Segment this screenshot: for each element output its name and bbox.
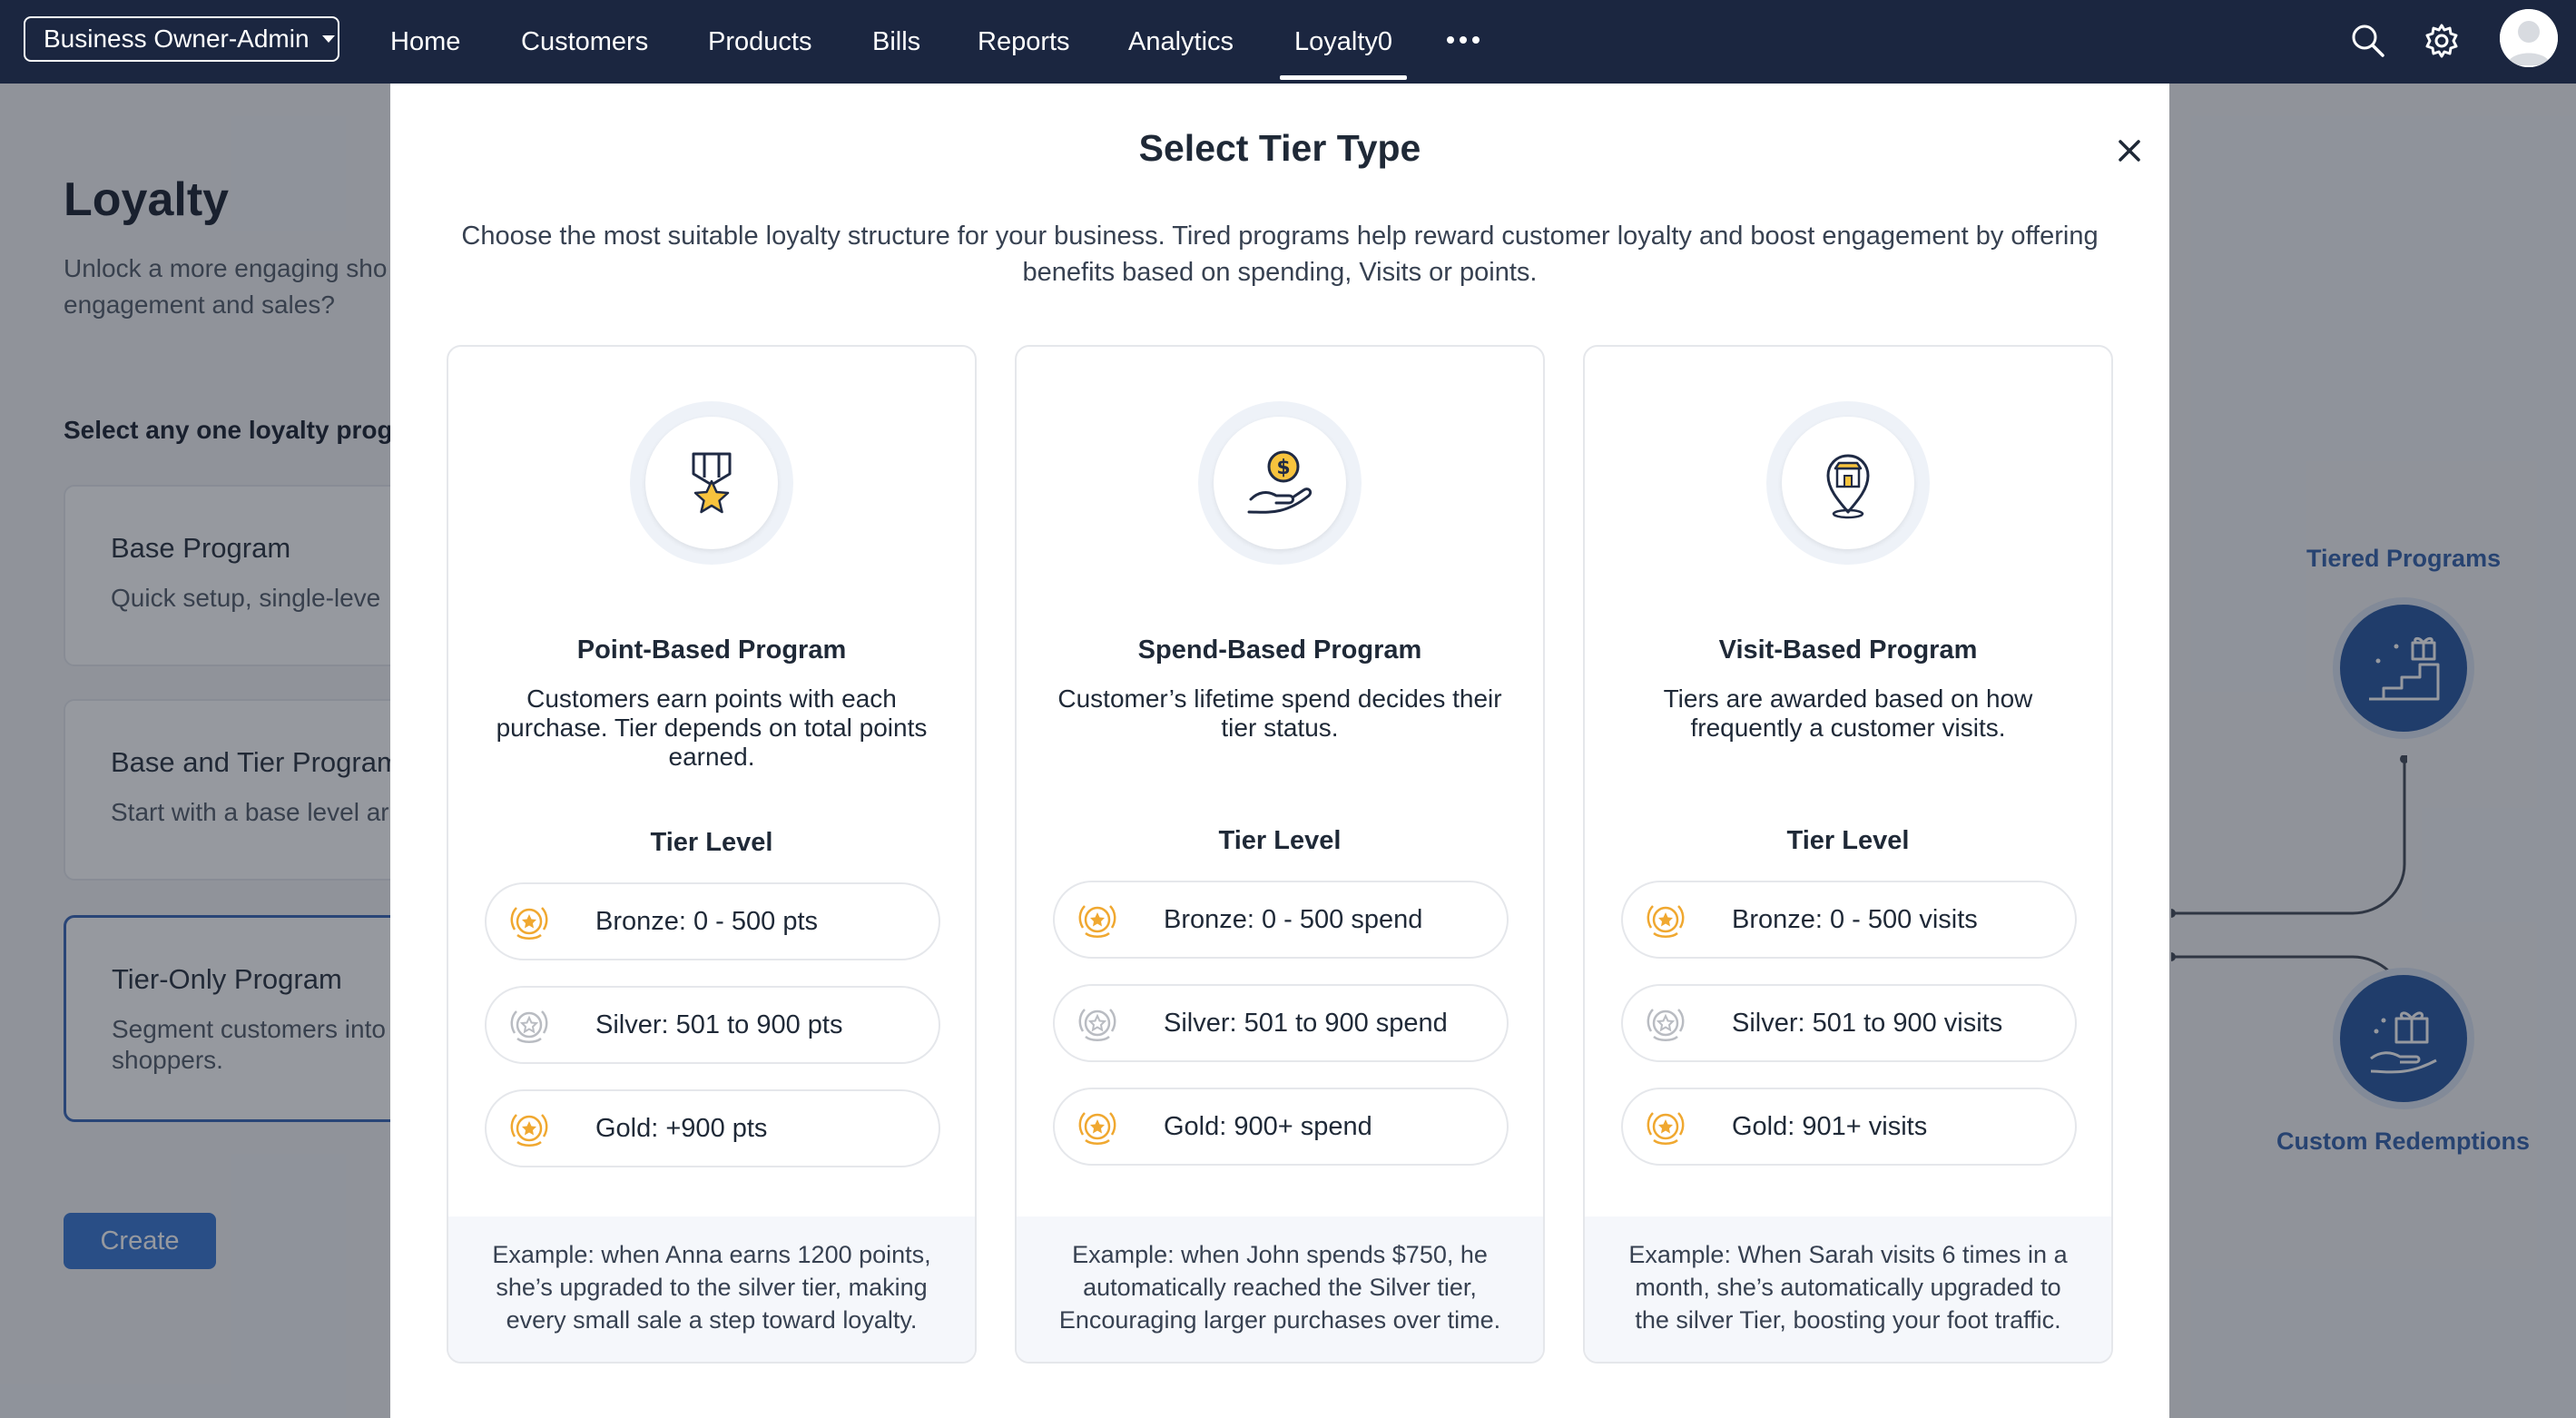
card-title: Spend-Based Program bbox=[1137, 635, 1422, 665]
tier-level-heading: Tier Level bbox=[1218, 826, 1342, 855]
coin-hand-icon: $ bbox=[1247, 450, 1313, 514]
tier-label: Silver: 501 to 900 pts bbox=[595, 1009, 843, 1039]
org-select[interactable]: Business Owner-Admin bbox=[24, 16, 339, 62]
tier-label: Gold: +900 pts bbox=[595, 1113, 768, 1143]
tier-bronze: Bronze: 0 - 500 spend bbox=[1053, 881, 1509, 959]
tier-label: Silver: 501 to 900 spend bbox=[1164, 1008, 1448, 1038]
tier-label: Bronze: 0 - 500 pts bbox=[595, 906, 819, 936]
modal-description: Choose the most suitable loyalty structu… bbox=[461, 222, 2099, 287]
chevron-down-icon bbox=[321, 35, 335, 43]
card-example: Example: when Anna earns 1200 points, sh… bbox=[448, 1216, 975, 1362]
nav-loyalty[interactable]: Loyalty0 bbox=[1279, 0, 1408, 84]
tier-silver: Silver: 501 to 900 visits bbox=[1621, 984, 2077, 1062]
card-icon-halo bbox=[630, 401, 793, 565]
tier-label: Silver: 501 to 900 visits bbox=[1732, 1008, 2003, 1038]
gold-medal-icon bbox=[510, 1114, 548, 1147]
org-select-label: Business Owner-Admin bbox=[44, 25, 310, 53]
nav-home[interactable]: Home bbox=[390, 0, 460, 84]
bronze-medal-icon bbox=[1078, 905, 1116, 938]
nav-bills[interactable]: Bills bbox=[872, 0, 920, 84]
avatar[interactable] bbox=[2500, 9, 2558, 67]
select-tier-type-modal: Select Tier Type Choose the most suitabl… bbox=[390, 84, 2169, 1418]
store-pin-icon bbox=[1826, 454, 1870, 519]
silver-medal-icon bbox=[510, 1010, 548, 1043]
silver-medal-icon bbox=[1078, 1009, 1116, 1041]
tier-card-point-based[interactable]: Point-Based Program Customers earn point… bbox=[447, 345, 977, 1364]
silver-medal-icon bbox=[1647, 1009, 1685, 1041]
search-icon[interactable] bbox=[2349, 22, 2387, 60]
modal-title: Select Tier Type bbox=[1138, 127, 1421, 169]
card-title: Visit-Based Program bbox=[1718, 635, 1978, 665]
card-icon-halo: $ bbox=[1198, 401, 1362, 565]
card-description: Customer’s lifetime spend decides their … bbox=[1057, 684, 1502, 742]
medal-star-icon bbox=[692, 452, 732, 514]
tier-silver: Silver: 501 to 900 pts bbox=[485, 986, 940, 1064]
card-example: Example: when John spends $750, he autom… bbox=[1017, 1216, 1543, 1362]
tier-gold: Gold: +900 pts bbox=[485, 1089, 940, 1167]
card-description: Customers earn points with each purchase… bbox=[496, 684, 928, 771]
gold-medal-icon bbox=[1647, 1112, 1685, 1145]
svg-text:$: $ bbox=[1276, 457, 1290, 479]
tier-level-heading: Tier Level bbox=[1786, 826, 1910, 855]
close-icon[interactable] bbox=[2102, 123, 2157, 178]
tier-label: Gold: 900+ spend bbox=[1164, 1111, 1372, 1141]
tier-card-visit-based[interactable]: Visit-Based Program Tiers are awarded ba… bbox=[1583, 345, 2113, 1364]
tier-label: Bronze: 0 - 500 visits bbox=[1732, 904, 1978, 934]
gear-icon[interactable] bbox=[2423, 22, 2461, 60]
nav-products[interactable]: Products bbox=[708, 0, 811, 84]
card-icon-halo bbox=[1766, 401, 1930, 565]
tier-gold: Gold: 900+ spend bbox=[1053, 1088, 1509, 1166]
tier-bronze: Bronze: 0 - 500 pts bbox=[485, 882, 940, 960]
tier-gold: Gold: 901+ visits bbox=[1621, 1088, 2077, 1166]
tier-label: Bronze: 0 - 500 spend bbox=[1164, 904, 1423, 934]
nav-analytics[interactable]: Analytics bbox=[1128, 0, 1234, 84]
nav-reports[interactable]: Reports bbox=[978, 0, 1070, 84]
top-navigation: Business Owner-Admin Home Customers Prod… bbox=[0, 0, 2576, 84]
nav-customers[interactable]: Customers bbox=[521, 0, 648, 84]
bronze-medal-icon bbox=[510, 907, 548, 940]
card-example: Example: When Sarah visits 6 times in a … bbox=[1585, 1216, 2111, 1362]
card-description: Tiers are awarded based on how frequentl… bbox=[1663, 684, 2033, 742]
card-title: Point-Based Program bbox=[576, 635, 847, 665]
gold-medal-icon bbox=[1078, 1112, 1116, 1145]
tier-silver: Silver: 501 to 900 spend bbox=[1053, 984, 1509, 1062]
tier-card-spend-based[interactable]: $ Spend-Based Program Customer’s lifetim… bbox=[1015, 345, 1545, 1364]
more-icon[interactable] bbox=[1447, 36, 1480, 44]
tier-label: Gold: 901+ visits bbox=[1732, 1111, 1928, 1141]
tier-level-heading: Tier Level bbox=[650, 828, 773, 857]
bronze-medal-icon bbox=[1647, 905, 1685, 938]
tier-bronze: Bronze: 0 - 500 visits bbox=[1621, 881, 2077, 959]
